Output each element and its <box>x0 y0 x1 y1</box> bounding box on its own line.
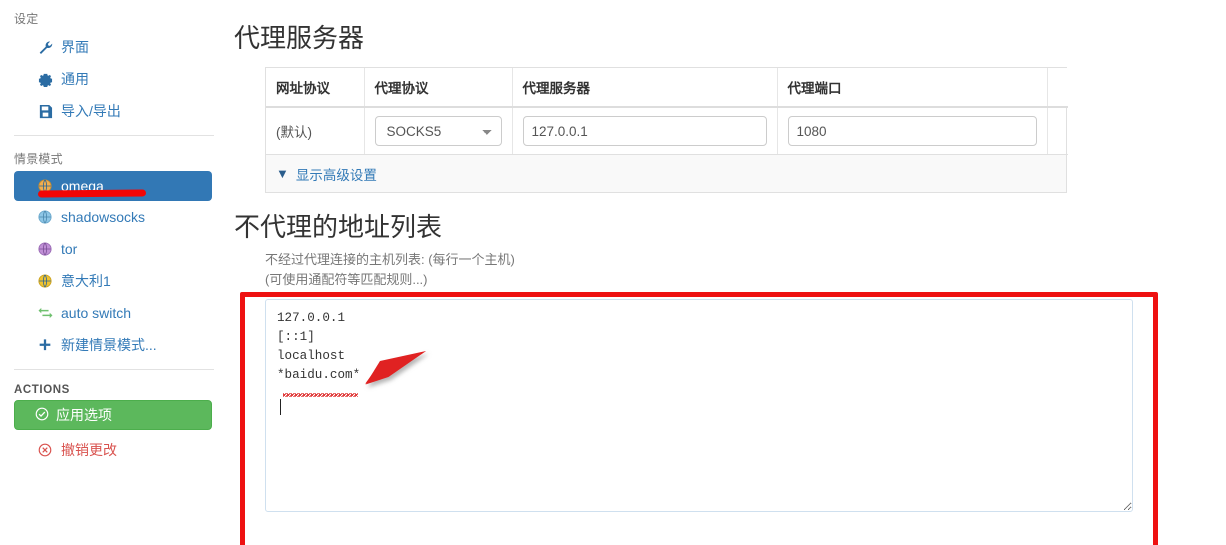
proxy-section-title: 代理服务器 <box>234 23 365 53</box>
column-header-port: 代理端口 <box>777 68 1048 108</box>
server-input[interactable] <box>522 116 767 146</box>
cell-actions <box>1047 107 1068 155</box>
sidebar-item-label: omega <box>61 178 104 194</box>
times-circle-icon <box>36 442 54 458</box>
revert-changes-label: 撤销更改 <box>61 442 117 458</box>
bypass-help-line-1: 不经过代理连接的主机列表: (每行一个主机) <box>265 252 515 267</box>
protocol-select[interactable]: SOCKS5 <box>374 116 502 146</box>
gear-icon <box>36 71 54 87</box>
bypass-section-title: 不代理的地址列表 <box>234 212 443 242</box>
bypass-textarea-wrapper: 127.0.0.1 [::1] localhost *baidu.com* <box>265 299 1226 517</box>
sidebar-item-interface[interactable]: 界面 <box>14 31 220 63</box>
column-header-protocol: 代理协议 <box>364 68 513 108</box>
sidebar-item-omega[interactable]: omega <box>14 171 212 201</box>
table-header-row: 网址协议 代理协议 代理服务器 代理端口 <box>266 68 1068 108</box>
sidebar-item-shadowsocks[interactable]: shadowsocks <box>14 201 220 233</box>
sidebar-item-new-profile[interactable]: 新建情景模式... <box>14 329 220 361</box>
sidebar-item-label: auto switch <box>61 305 132 321</box>
show-advanced-settings-link[interactable]: ▼ 显示高级设置 <box>276 164 377 184</box>
plus-icon <box>36 337 54 353</box>
apply-options-button[interactable]: 应用选项 <box>14 400 212 430</box>
save-icon <box>36 103 54 119</box>
cell-port <box>777 107 1048 155</box>
sidebar-profiles-heading: 情景模式 <box>14 152 63 166</box>
globe-icon <box>36 273 54 289</box>
apply-options-label: 应用选项 <box>56 407 112 423</box>
proxy-servers-table: 网址协议 代理协议 代理服务器 代理端口 (默认) SOCKS5 <box>266 68 1068 155</box>
cell-protocol: SOCKS5 <box>364 107 513 155</box>
globe-icon <box>36 209 54 225</box>
wrench-icon <box>36 39 54 55</box>
sidebar-item-label: 界面 <box>61 39 89 55</box>
cell-server <box>512 107 778 155</box>
sidebar-item-label: 新建情景模式... <box>61 337 157 353</box>
revert-changes-button[interactable]: 撤销更改 <box>14 434 220 466</box>
sidebar-item-italy1[interactable]: 意大利1 <box>14 265 220 297</box>
bypass-list-textarea[interactable]: 127.0.0.1 [::1] localhost *baidu.com* <box>265 299 1133 512</box>
sidebar-item-import-export[interactable]: 导入/导出 <box>14 95 220 127</box>
port-input[interactable] <box>787 116 1037 146</box>
text-cursor <box>280 399 281 415</box>
sidebar: 设定 界面 通用 导入/导出 情景模式 omega shadowsocks to… <box>0 0 230 545</box>
sidebar-divider-1 <box>14 135 214 136</box>
column-header-server: 代理服务器 <box>512 68 778 108</box>
sidebar-actions-heading: ACTIONS <box>14 384 70 396</box>
sidebar-item-label: 导入/导出 <box>61 103 121 119</box>
sidebar-item-label: tor <box>61 241 78 257</box>
globe-icon <box>36 241 54 257</box>
sidebar-item-tor[interactable]: tor <box>14 233 220 265</box>
cell-scheme: (默认) <box>266 107 365 155</box>
sidebar-item-label: shadowsocks <box>61 209 146 225</box>
bypass-help-line-2: (可使用通配符等匹配规则...) <box>265 272 428 287</box>
sidebar-divider-2 <box>14 369 214 370</box>
sidebar-item-label: 意大利1 <box>61 273 111 289</box>
chevron-down-icon: ▼ <box>276 166 289 181</box>
main-content: 代理服务器 网址协议 代理协议 代理服务器 代理端口 (默认) SOCKS5 1… <box>234 0 1226 545</box>
sidebar-settings-heading: 设定 <box>14 12 39 26</box>
sidebar-item-general[interactable]: 通用 <box>14 63 220 95</box>
column-header-scheme: 网址协议 <box>266 68 365 108</box>
switch-icon <box>36 305 54 321</box>
check-circle-icon <box>35 407 49 424</box>
advanced-settings-row[interactable]: ▼ 显示高级设置 <box>265 155 1067 193</box>
show-advanced-settings-label: 显示高级设置 <box>295 167 377 183</box>
sidebar-item-auto-switch[interactable]: auto switch <box>14 297 220 329</box>
page-root: 设定 界面 通用 导入/导出 情景模式 omega shadowsocks to… <box>0 0 1226 545</box>
table-row: (默认) SOCKS5 <box>266 107 1068 155</box>
sidebar-item-label: 通用 <box>61 71 89 87</box>
proxy-table-wrapper: 网址协议 代理协议 代理服务器 代理端口 (默认) SOCKS5 <box>265 67 1068 155</box>
column-header-actions <box>1047 68 1068 108</box>
globe-icon <box>36 178 54 194</box>
